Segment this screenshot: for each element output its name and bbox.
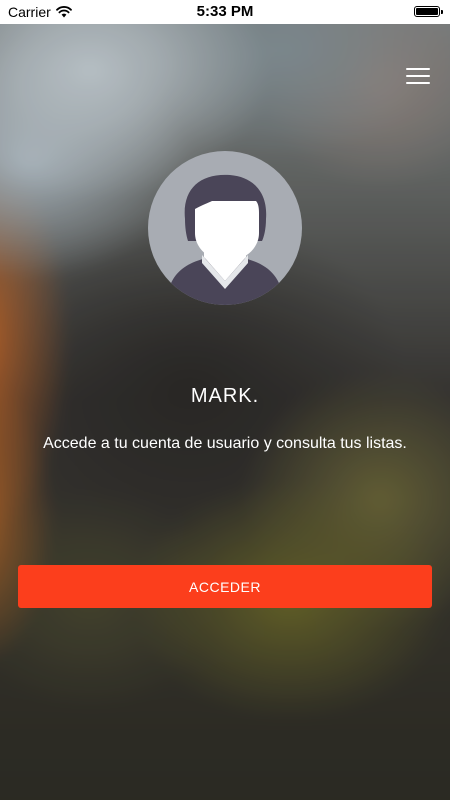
user-name: MARK. (190, 385, 260, 407)
status-time: 5:33 PM (196, 3, 254, 20)
avatar-figure-icon (166, 174, 284, 305)
battery-level (416, 8, 438, 15)
user-avatar-icon (148, 151, 302, 305)
menu-line (406, 75, 430, 77)
battery-icon (414, 6, 443, 17)
hamburger-menu-icon[interactable] (406, 68, 430, 86)
status-bar: Carrier 5:33 PM (0, 0, 450, 24)
app-screen: Carrier 5:33 PM MARK. Accede a tu cuenta… (0, 0, 450, 800)
login-button[interactable]: ACCEDER (18, 565, 432, 608)
account-description: Accede a tu cuenta de usuario y consulta… (43, 435, 407, 452)
menu-line (406, 82, 430, 84)
menu-line (406, 68, 430, 70)
